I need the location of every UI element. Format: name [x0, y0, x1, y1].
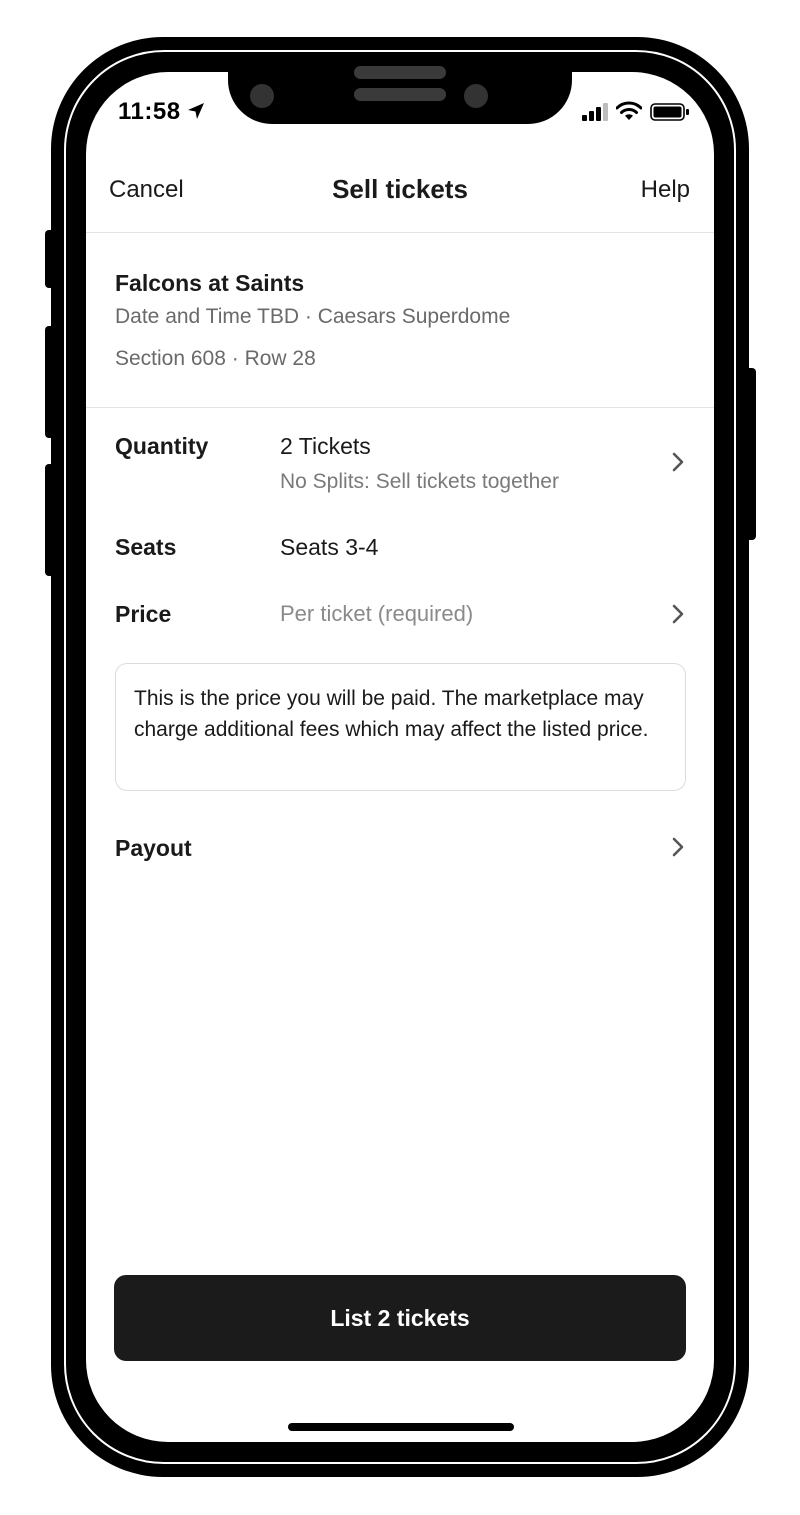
status-time: 11:58	[118, 98, 181, 125]
front-camera	[250, 84, 274, 108]
price-input[interactable]: Per ticket (required)	[280, 601, 473, 627]
price-label: Price	[115, 601, 172, 627]
event-title: Falcons at Saints	[115, 270, 305, 296]
chevron-right-icon[interactable]	[670, 603, 686, 625]
page-title: Sell tickets	[332, 174, 468, 204]
help-button[interactable]: Help	[641, 176, 690, 204]
quantity-split-note: No Splits: Sell tickets together	[280, 470, 559, 493]
quantity-label: Quantity	[115, 433, 209, 459]
event-date-venue: Date and Time TBD · Caesars Superdome	[115, 305, 511, 328]
cellular-signal-icon	[582, 103, 608, 121]
cancel-button[interactable]: Cancel	[109, 176, 184, 204]
divider	[86, 232, 714, 233]
seats-label: Seats	[115, 534, 177, 560]
face-id-sensor	[464, 84, 488, 108]
event-section-row: Section 608 · Row 28	[115, 347, 316, 370]
battery-icon	[650, 103, 689, 121]
location-arrow-icon	[188, 103, 204, 119]
speaker-grille	[354, 88, 446, 101]
payout-label[interactable]: Payout	[115, 835, 192, 862]
price-info-notice: This is the price you will be paid. The …	[115, 663, 686, 791]
home-indicator[interactable]	[288, 1423, 514, 1431]
wifi-icon	[616, 101, 642, 120]
chevron-right-icon[interactable]	[670, 451, 686, 473]
quantity-value[interactable]: 2 Tickets	[280, 433, 371, 460]
speaker-grille	[354, 66, 446, 79]
seats-value: Seats 3-4	[280, 534, 379, 560]
chevron-right-icon[interactable]	[670, 836, 686, 858]
divider	[86, 407, 714, 408]
list-tickets-button[interactable]: List 2 tickets	[114, 1275, 686, 1361]
